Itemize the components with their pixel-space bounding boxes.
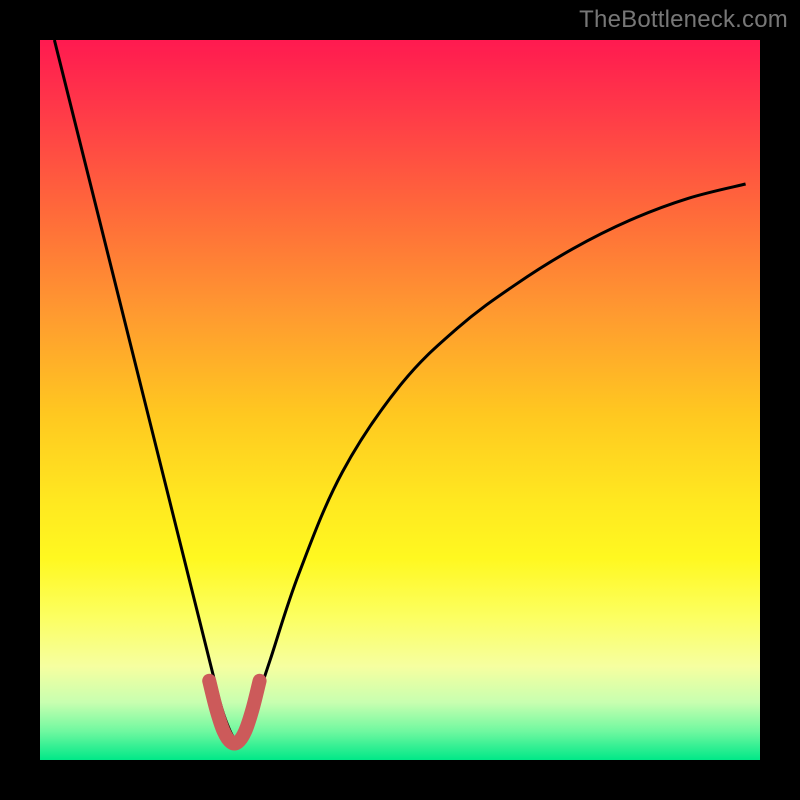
series-group <box>54 40 745 743</box>
chart-svg <box>40 40 760 760</box>
watermark-text: TheBottleneck.com <box>579 6 788 34</box>
series-bottleneck-curve <box>54 40 745 740</box>
plot-area <box>40 40 760 760</box>
chart-frame: TheBottleneck.com <box>0 0 800 800</box>
series-optimal-marker <box>209 681 259 744</box>
